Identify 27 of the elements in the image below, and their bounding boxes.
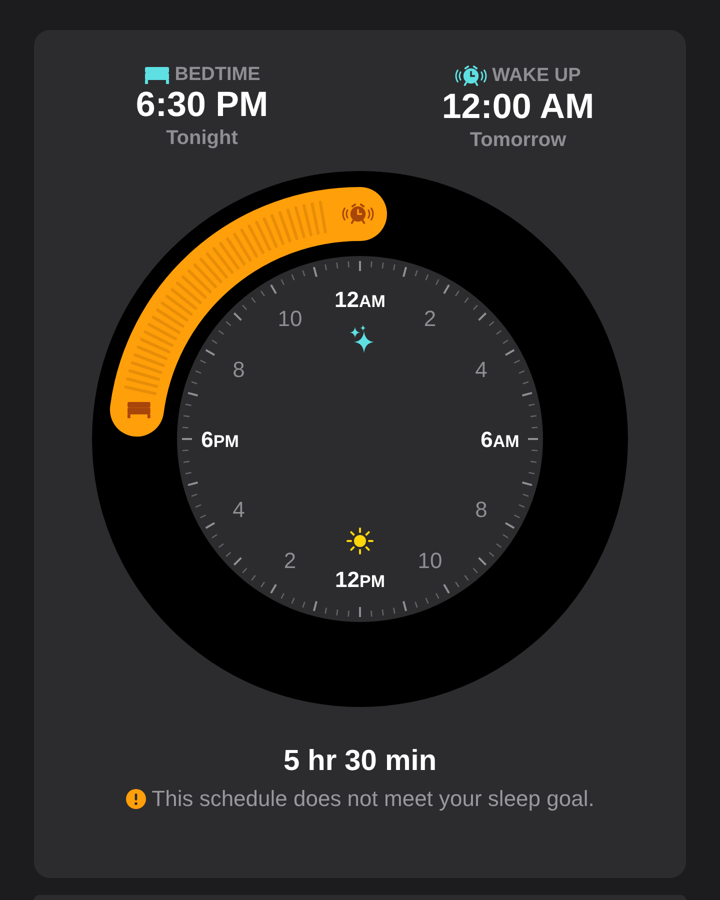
bed-handle-icon: [128, 402, 150, 418]
time-value[interactable]: 12:00 AM: [442, 88, 594, 126]
hour-label: 8: [475, 496, 488, 522]
section-label: BEDTIME: [174, 64, 260, 86]
time-value[interactable]: 6:30 PM: [136, 86, 268, 124]
hour-label: 10: [278, 305, 302, 330]
hour-label: 12AM: [334, 286, 386, 312]
hour-label: 2: [424, 305, 436, 330]
sun-icon: [346, 527, 374, 554]
hour-label: 10: [418, 548, 442, 573]
alarm-clock-icon: [455, 66, 487, 86]
hour-label: 8: [232, 356, 245, 382]
sleep-duration: 5 hr 30 min: [283, 744, 437, 778]
section-label: WAKE UP: [492, 65, 581, 87]
day-label: Tomorrow: [470, 128, 566, 152]
warning-message: This schedule does not meet your sleep goal.: [152, 786, 594, 812]
hour-label: 4: [475, 356, 488, 382]
bed-icon: [144, 67, 169, 84]
hour-label: 4: [232, 496, 245, 522]
sparkles-icon: [350, 324, 374, 352]
alarm-handle-icon: [342, 203, 374, 224]
hour-label: 12PM: [335, 566, 385, 592]
hour-label: 2: [284, 548, 296, 573]
day-label: Tonight: [166, 126, 238, 150]
hour-label: 6PM: [201, 426, 239, 452]
warning-icon: [126, 788, 146, 808]
hour-label: 6AM: [480, 426, 520, 452]
